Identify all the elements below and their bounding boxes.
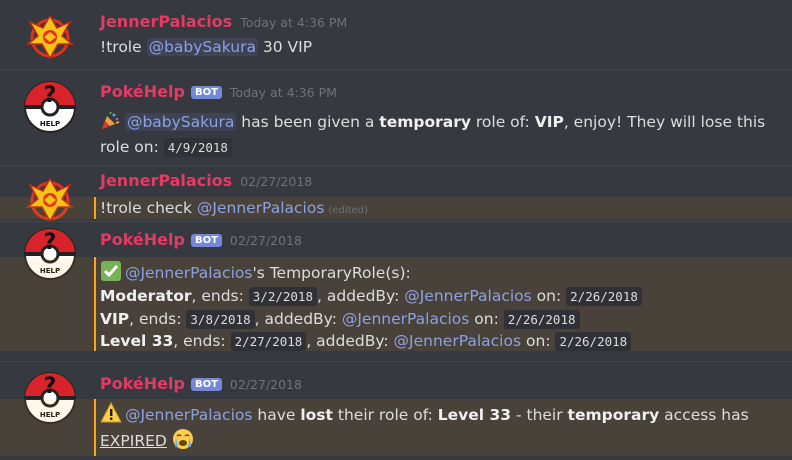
user-mention[interactable]: @JennerPalacios bbox=[342, 310, 470, 328]
user-mention[interactable]: @JennerPalacios bbox=[394, 332, 522, 350]
timestamp: 02/27/2018 bbox=[240, 174, 313, 189]
role-row: Level 33, ends: 2/27/2018, addedBy: @Jen… bbox=[100, 330, 632, 353]
text-segment: on: bbox=[469, 310, 504, 328]
crying-face-icon bbox=[172, 428, 193, 449]
timestamp: 02/27/2018 bbox=[229, 377, 302, 392]
role-name: Level 33 bbox=[100, 332, 174, 350]
role-row: VIP, ends: 3/8/2018, addedBy: @JennerPal… bbox=[100, 308, 580, 331]
text-segment: role of: bbox=[470, 113, 535, 131]
text-segment: on: bbox=[521, 332, 556, 350]
text-segment: has been given a bbox=[236, 113, 380, 131]
text-segment: role on: bbox=[100, 138, 164, 156]
text-segment: their role of: bbox=[332, 406, 438, 424]
check-mark-icon bbox=[100, 260, 121, 281]
bot-badge: BOT bbox=[190, 378, 222, 391]
text-segment: , ends: bbox=[129, 310, 187, 328]
edited-label: (edited) bbox=[328, 205, 368, 216]
timestamp: Today at 4:36 PM bbox=[229, 85, 337, 100]
text-segment: on: bbox=[531, 287, 567, 305]
text-segment: 's TemporaryRole(s): bbox=[252, 264, 411, 282]
message-header: PokéHelp BOT 02/27/2018 bbox=[100, 230, 302, 249]
mention-highlight-bar bbox=[94, 399, 96, 456]
user-mention[interactable]: @JennerPalacios bbox=[404, 287, 532, 305]
pokehelp-avatar[interactable] bbox=[24, 81, 76, 133]
bot-badge: BOT bbox=[190, 234, 222, 247]
user-mention[interactable]: @JennerPalacios bbox=[125, 406, 253, 424]
message-header: JennerPalacios Today at 4:36 PM bbox=[100, 12, 347, 31]
author-name[interactable]: JennerPalacios bbox=[100, 171, 232, 190]
text-segment: , addedBy: bbox=[306, 332, 394, 350]
text-segment: , addedBy: bbox=[317, 287, 405, 305]
added-date: 2/26/2018 bbox=[566, 287, 642, 306]
party-popper-icon bbox=[100, 111, 120, 131]
message-header: PokéHelp BOT Today at 4:36 PM bbox=[100, 82, 337, 101]
timestamp: 02/27/2018 bbox=[229, 233, 302, 248]
text-segment: have bbox=[252, 406, 301, 424]
message-header: JennerPalacios 02/27/2018 bbox=[100, 171, 312, 190]
text-segment: , enjoy! They will lose this bbox=[563, 113, 766, 131]
role-name: VIP bbox=[534, 113, 564, 131]
text-segment: , ends: bbox=[173, 332, 231, 350]
roles-header: @JennerPalacios's TemporaryRole(s): bbox=[100, 260, 411, 284]
expired-text: EXPIRED bbox=[100, 432, 167, 450]
command-text: !trole check bbox=[100, 199, 197, 217]
command-text: !trole bbox=[100, 38, 147, 56]
message-text-continued: EXPIRED bbox=[100, 428, 193, 452]
user-mention[interactable]: @babySakura bbox=[146, 38, 258, 56]
message-divider bbox=[0, 221, 792, 222]
text-segment: , ends: bbox=[191, 287, 249, 305]
author-name[interactable]: PokéHelp bbox=[100, 374, 185, 393]
message-divider bbox=[0, 361, 792, 362]
mention-highlight-bar bbox=[94, 257, 96, 351]
added-date: 2/26/2018 bbox=[503, 310, 580, 329]
role-row: Moderator, ends: 3/2/2018, addedBy: @Jen… bbox=[100, 285, 642, 308]
text-segment: - their bbox=[511, 406, 568, 424]
text-segment: access has bbox=[659, 406, 749, 424]
warning-icon bbox=[100, 401, 122, 423]
message-divider bbox=[0, 165, 792, 166]
message-text: !trole check @JennerPalacios (edited) bbox=[100, 197, 368, 222]
bot-badge: BOT bbox=[190, 86, 222, 99]
author-name[interactable]: PokéHelp bbox=[100, 230, 185, 249]
user-mention[interactable]: @babySakura bbox=[124, 113, 237, 131]
message-text: @JennerPalacios have lost their role of:… bbox=[100, 401, 749, 426]
timestamp: Today at 4:36 PM bbox=[240, 15, 348, 30]
user-mention[interactable]: @JennerPalacios bbox=[125, 264, 253, 282]
message-text: !trole @babySakura 30 VIP bbox=[100, 36, 312, 58]
role-name: VIP bbox=[100, 310, 130, 328]
text-segment: , addedBy: bbox=[254, 310, 342, 328]
role-name: Moderator bbox=[100, 287, 192, 305]
author-name[interactable]: JennerPalacios bbox=[100, 12, 232, 31]
expiry-date: 4/9/2018 bbox=[163, 138, 232, 157]
end-date: 2/27/2018 bbox=[230, 332, 307, 351]
role-name: Level 33 bbox=[437, 406, 512, 424]
end-date: 3/8/2018 bbox=[186, 310, 255, 329]
message-header: PokéHelp BOT 02/27/2018 bbox=[100, 374, 302, 393]
jennerpalacios-avatar[interactable] bbox=[24, 10, 76, 62]
end-date: 3/2/2018 bbox=[248, 287, 317, 306]
author-name[interactable]: PokéHelp bbox=[100, 82, 185, 101]
bold-text: lost bbox=[300, 406, 333, 424]
command-args: 30 VIP bbox=[257, 38, 313, 56]
mention-highlight-bar bbox=[94, 197, 96, 219]
message-divider bbox=[0, 69, 792, 70]
message-text-continued: role on: 4/9/2018 bbox=[100, 136, 232, 159]
added-date: 2/26/2018 bbox=[555, 332, 632, 351]
user-mention[interactable]: @JennerPalacios bbox=[197, 199, 325, 217]
bold-text: temporary bbox=[567, 406, 660, 424]
bold-text: temporary bbox=[379, 113, 471, 131]
message-text: @babySakura has been given a temporary r… bbox=[100, 111, 765, 133]
